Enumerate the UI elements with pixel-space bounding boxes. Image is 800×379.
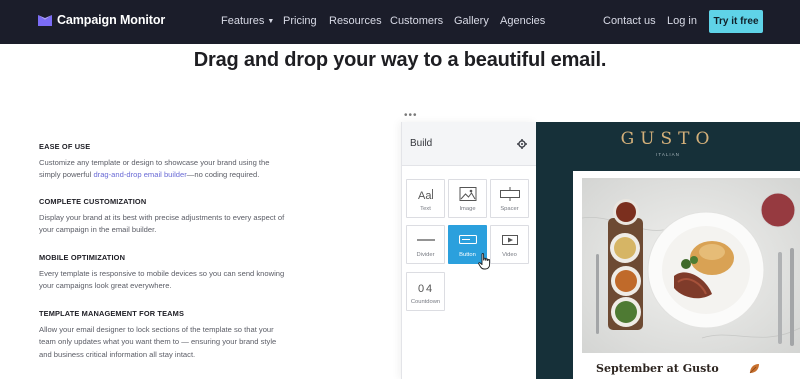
nav-link-resources[interactable]: Resources bbox=[329, 15, 382, 27]
block-tile-video[interactable]: Video bbox=[490, 225, 529, 264]
contact-link[interactable]: Contact us bbox=[603, 15, 656, 27]
nav-link-pricing[interactable]: Pricing bbox=[283, 15, 317, 27]
feature-title-mobile: MOBILE OPTIMIZATION bbox=[39, 253, 126, 262]
feature-text-customization: Display your brand at its best with prec… bbox=[39, 213, 285, 235]
login-link[interactable]: Log in bbox=[667, 15, 697, 27]
feature-title-customization: COMPLETE CUSTOMIZATION bbox=[39, 197, 147, 206]
gear-icon[interactable] bbox=[517, 139, 527, 149]
block-tile-countdown[interactable]: 0 4 Countdown bbox=[406, 272, 445, 311]
video-icon bbox=[501, 235, 518, 245]
build-panel-header: Build bbox=[402, 122, 537, 166]
nav-link-features-label: Features bbox=[221, 15, 265, 27]
leaf-icon bbox=[749, 364, 759, 374]
email-heading: September at Gusto bbox=[596, 362, 719, 375]
button-icon bbox=[458, 234, 477, 245]
food-photo[interactable] bbox=[582, 178, 800, 353]
window-dots-icon: ••• bbox=[404, 110, 418, 121]
tile-label: Text bbox=[420, 206, 431, 212]
feature-text-part: —no coding required. bbox=[186, 170, 260, 180]
build-panel-title: Build bbox=[410, 138, 433, 149]
try-it-free-button[interactable]: Try it free bbox=[709, 10, 763, 33]
divider-icon bbox=[416, 239, 435, 241]
drag-and-drop-builder-link[interactable]: drag-and-drop email builder bbox=[93, 170, 186, 179]
block-tile-image[interactable]: Image bbox=[448, 179, 487, 218]
feature-title-teams: TEMPLATE MANAGEMENT FOR TEAMS bbox=[39, 309, 185, 318]
brand-name: Campaign Monitor bbox=[57, 13, 166, 27]
svg-text:4: 4 bbox=[426, 283, 432, 294]
page-headline: Drag and drop your way to a beautiful em… bbox=[193, 49, 607, 71]
spacer-icon bbox=[499, 187, 520, 201]
block-tile-spacer[interactable]: Spacer bbox=[490, 179, 529, 218]
nav-link-agencies[interactable]: Agencies bbox=[500, 15, 545, 27]
email-brand-name: GUSTO bbox=[620, 129, 716, 149]
top-nav: Campaign Monitor Features ▼ Pricing Resou… bbox=[0, 0, 800, 44]
nav-link-gallery[interactable]: Gallery bbox=[454, 15, 489, 27]
feature-text-ease-of-use: Customize any template or design to show… bbox=[39, 157, 287, 182]
tile-label: Image bbox=[459, 206, 476, 212]
countdown-icon: 0 4 bbox=[418, 283, 432, 294]
image-icon bbox=[459, 187, 476, 201]
svg-text:0: 0 bbox=[418, 283, 424, 294]
tile-label: Divider bbox=[416, 252, 435, 258]
logo-mark-icon bbox=[38, 14, 52, 26]
block-tile-text[interactable]: Aa Text bbox=[406, 179, 445, 218]
feature-text-teams: Allow your email designer to lock sectio… bbox=[39, 325, 277, 359]
nav-link-features[interactable]: Features ▼ bbox=[221, 15, 274, 27]
tile-label: Countdown bbox=[410, 299, 441, 305]
feature-text-mobile: Every template is responsive to mobile d… bbox=[39, 269, 285, 291]
svg-text:Aa: Aa bbox=[418, 190, 432, 201]
nav-link-customers[interactable]: Customers bbox=[390, 15, 443, 27]
tile-label: Spacer bbox=[500, 206, 519, 212]
hand-cursor-icon bbox=[478, 253, 491, 270]
tile-label: Video bbox=[502, 252, 517, 258]
logo[interactable]: Campaign Monitor bbox=[38, 13, 165, 27]
text-icon: Aa bbox=[418, 189, 433, 201]
block-tile-divider[interactable]: Divider bbox=[406, 225, 445, 264]
email-brand-subtitle: ITALIAN bbox=[656, 152, 680, 157]
feature-title-ease-of-use: EASE OF USE bbox=[39, 142, 91, 151]
chevron-down-icon: ▼ bbox=[267, 18, 275, 25]
